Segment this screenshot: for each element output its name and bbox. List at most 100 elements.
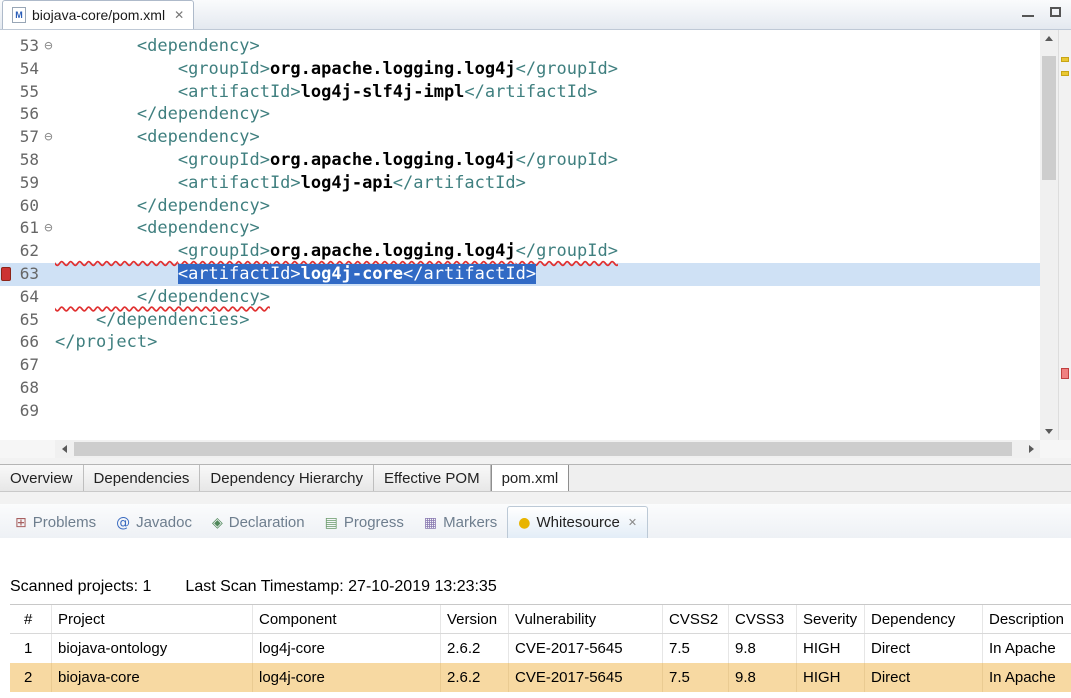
view-tab-bar: ⊞Problems@Javadoc◈Declaration▤Progress▦M… bbox=[0, 504, 1071, 538]
code-segment: log4j-slf4j-impl bbox=[301, 82, 465, 102]
view-tab-declaration[interactable]: ◈Declaration bbox=[202, 507, 315, 538]
annotation-gutter bbox=[0, 81, 12, 104]
vertical-scrollbar-thumb[interactable] bbox=[1042, 56, 1056, 180]
code-line[interactable]: 59 <artifactId>log4j-api</artifactId> bbox=[0, 172, 1040, 195]
code-line[interactable]: 56 </dependency> bbox=[0, 103, 1040, 126]
code-line[interactable]: 65 </dependencies> bbox=[0, 309, 1040, 332]
code-line[interactable]: 64 </dependency> bbox=[0, 286, 1040, 309]
column-header[interactable]: Project bbox=[52, 605, 253, 633]
warning-marker[interactable] bbox=[1061, 57, 1069, 62]
code-line[interactable]: 62 <groupId>org.apache.logging.log4j</gr… bbox=[0, 240, 1040, 263]
code-line[interactable]: 63 <artifactId>log4j-core</artifactId> bbox=[0, 263, 1040, 286]
column-header[interactable]: # bbox=[10, 605, 52, 633]
line-number[interactable]: 59 bbox=[12, 172, 42, 195]
horizontal-scrollbar-thumb[interactable] bbox=[74, 442, 1012, 456]
code-segment: <groupId> bbox=[178, 150, 270, 170]
page-tab-dependencies[interactable]: Dependencies bbox=[84, 465, 201, 491]
annotation-gutter bbox=[0, 172, 12, 195]
code-line[interactable]: 66 </project> bbox=[0, 331, 1040, 354]
code-line[interactable]: 67 bbox=[0, 354, 1040, 377]
code-line[interactable]: 57⊖ <dependency> bbox=[0, 126, 1040, 149]
code-line[interactable]: 61⊖ <dependency> bbox=[0, 217, 1040, 240]
horizontal-scrollbar[interactable] bbox=[55, 440, 1040, 458]
code-segment bbox=[55, 241, 178, 261]
annotation-gutter bbox=[0, 35, 12, 58]
line-number[interactable]: 55 bbox=[12, 81, 42, 104]
tab-close-icon[interactable]: ✕ bbox=[628, 516, 637, 529]
column-header[interactable]: Version bbox=[441, 605, 509, 633]
line-number[interactable]: 57 bbox=[12, 126, 42, 149]
vertical-scrollbar[interactable] bbox=[1040, 30, 1058, 440]
line-number[interactable]: 67 bbox=[12, 354, 42, 377]
annotation-gutter bbox=[0, 286, 12, 309]
code-segment: log4j-core bbox=[301, 264, 403, 284]
window-controls bbox=[1022, 7, 1061, 17]
maximize-button[interactable] bbox=[1050, 7, 1061, 17]
minimize-button[interactable] bbox=[1022, 7, 1034, 17]
page-tab-dependency-hierarchy[interactable]: Dependency Hierarchy bbox=[200, 465, 374, 491]
page-tab-pom-xml[interactable]: pom.xml bbox=[491, 465, 570, 491]
column-header[interactable]: CVSS2 bbox=[663, 605, 729, 633]
scroll-down-button[interactable] bbox=[1040, 423, 1058, 440]
tab-close-icon[interactable]: ✕ bbox=[174, 8, 184, 22]
code-segment bbox=[55, 150, 178, 170]
code-line[interactable]: 69 bbox=[0, 400, 1040, 423]
code-segment: </project> bbox=[55, 332, 157, 352]
table-row[interactable]: 2biojava-corelog4j-core2.6.2CVE-2017-564… bbox=[10, 663, 1071, 692]
line-number[interactable]: 53 bbox=[12, 35, 42, 58]
line-number[interactable]: 58 bbox=[12, 149, 42, 172]
error-marker[interactable] bbox=[1061, 368, 1069, 379]
line-number[interactable]: 60 bbox=[12, 195, 42, 218]
line-number[interactable]: 54 bbox=[12, 58, 42, 81]
line-number[interactable]: 68 bbox=[12, 377, 42, 400]
view-tab-markers[interactable]: ▦Markers bbox=[414, 507, 507, 538]
editor-tab-pom-xml[interactable]: M biojava-core/pom.xml ✕ bbox=[2, 0, 194, 29]
column-header[interactable]: Dependency bbox=[865, 605, 983, 633]
page-tab-overview[interactable]: Overview bbox=[0, 465, 84, 491]
table-row[interactable]: 1biojava-ontologylog4j-core2.6.2CVE-2017… bbox=[10, 634, 1071, 663]
fold-collapse-icon[interactable]: ⊖ bbox=[42, 35, 55, 58]
column-header[interactable]: Component bbox=[253, 605, 441, 633]
fold-gutter bbox=[42, 240, 55, 263]
page-tab-effective-pom[interactable]: Effective POM bbox=[374, 465, 491, 491]
table-cell: biojava-core bbox=[52, 663, 253, 692]
xml-editor[interactable]: 53⊖ <dependency>54 <groupId>org.apache.l… bbox=[0, 30, 1040, 440]
line-number[interactable]: 69 bbox=[12, 400, 42, 423]
line-number[interactable]: 65 bbox=[12, 309, 42, 332]
code-line[interactable]: 54 <groupId>org.apache.logging.log4j</gr… bbox=[0, 58, 1040, 81]
column-header[interactable]: Severity bbox=[797, 605, 865, 633]
line-number[interactable]: 56 bbox=[12, 103, 42, 126]
declaration-icon: ◈ bbox=[212, 515, 223, 531]
view-tab-problems[interactable]: ⊞Problems bbox=[5, 507, 106, 538]
view-tab-javadoc[interactable]: @Javadoc bbox=[106, 507, 202, 538]
code-line[interactable]: 68 bbox=[0, 377, 1040, 400]
progress-icon: ▤ bbox=[325, 515, 338, 531]
line-number[interactable]: 66 bbox=[12, 331, 42, 354]
scroll-up-button[interactable] bbox=[1040, 30, 1058, 47]
table-cell: CVE-2017-5645 bbox=[509, 634, 663, 663]
code-segment: <dependency> bbox=[55, 36, 260, 56]
view-tab-label: Javadoc bbox=[136, 514, 192, 531]
code-line[interactable]: 60 </dependency> bbox=[0, 195, 1040, 218]
fold-gutter bbox=[42, 400, 55, 423]
warning-marker[interactable] bbox=[1061, 71, 1069, 76]
view-tab-whitesource[interactable]: ●Whitesource✕ bbox=[507, 506, 648, 538]
code-line[interactable]: 55 <artifactId>log4j-slf4j-impl</artifac… bbox=[0, 81, 1040, 104]
annotation-gutter bbox=[0, 309, 12, 332]
overview-ruler[interactable] bbox=[1058, 30, 1071, 458]
scroll-right-button[interactable] bbox=[1022, 440, 1040, 458]
table-cell: 7.5 bbox=[663, 663, 729, 692]
column-header[interactable]: Vulnerability bbox=[509, 605, 663, 633]
line-number[interactable]: 63 bbox=[12, 263, 42, 286]
scroll-left-button[interactable] bbox=[55, 440, 73, 458]
line-number[interactable]: 62 bbox=[12, 240, 42, 263]
fold-collapse-icon[interactable]: ⊖ bbox=[42, 126, 55, 149]
code-line[interactable]: 53⊖ <dependency> bbox=[0, 35, 1040, 58]
code-line[interactable]: 58 <groupId>org.apache.logging.log4j</gr… bbox=[0, 149, 1040, 172]
fold-collapse-icon[interactable]: ⊖ bbox=[42, 217, 55, 240]
line-number[interactable]: 61 bbox=[12, 217, 42, 240]
line-number[interactable]: 64 bbox=[12, 286, 42, 309]
column-header[interactable]: Description bbox=[983, 605, 1071, 633]
view-tab-progress[interactable]: ▤Progress bbox=[315, 507, 414, 538]
column-header[interactable]: CVSS3 bbox=[729, 605, 797, 633]
